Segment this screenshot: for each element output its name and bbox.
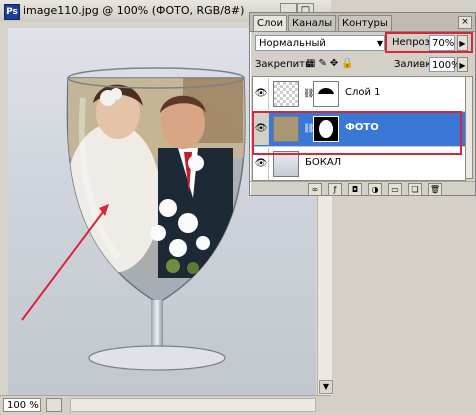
- navigator-icon[interactable]: [46, 398, 62, 412]
- panel-tabs: Слои Каналы Контуры ×: [250, 13, 475, 32]
- opacity-highlight: [385, 32, 473, 53]
- lock-all-icon[interactable]: 🔒: [341, 58, 356, 69]
- link-layers-icon[interactable]: ∞: [308, 183, 322, 196]
- annotation-arrow-line: [21, 207, 107, 321]
- document-title: image110.jpg @ 100% (ФОТО, RGB/8#): [23, 4, 245, 17]
- layer-name: БОКАЛ: [305, 157, 342, 168]
- layer-thumbnail: [273, 81, 299, 107]
- new-layer-icon[interactable]: ❏: [408, 183, 422, 196]
- lock-transparency-icon[interactable]: ▦: [306, 58, 318, 69]
- lock-icons: ▦✎✥🔒: [306, 58, 357, 69]
- folder-icon[interactable]: ▭: [388, 183, 402, 196]
- tab-channels[interactable]: Каналы: [288, 15, 337, 31]
- panel-bottom-toolbar: ∞ ƒ ◘ ◑ ▭ ❏ 🗑: [250, 181, 475, 196]
- lock-fill-row: Закрепить: ▦✎✥🔒 Заливка: 100% ▶: [250, 55, 475, 75]
- scroll-down-icon[interactable]: ▼: [319, 380, 333, 394]
- lock-brush-icon[interactable]: ✎: [318, 58, 329, 69]
- lock-move-icon[interactable]: ✥: [330, 58, 341, 69]
- layer-mask-thumbnail: [313, 81, 339, 107]
- eye-icon[interactable]: 👁: [254, 78, 269, 110]
- trash-icon[interactable]: 🗑: [428, 183, 442, 196]
- layer-list-scrollbar[interactable]: [465, 76, 473, 179]
- chevron-down-icon: ▼: [376, 39, 383, 48]
- tab-layers[interactable]: Слои: [253, 15, 287, 31]
- glass-base: [88, 345, 226, 371]
- close-icon[interactable]: ×: [458, 16, 472, 29]
- layers-panel: Слои Каналы Контуры × Нормальный ▼ Непро…: [249, 12, 476, 196]
- fx-icon[interactable]: ƒ: [328, 183, 342, 196]
- selected-layer-highlight: [252, 111, 462, 155]
- zoom-field[interactable]: 100 %: [3, 398, 41, 412]
- adjustment-icon[interactable]: ◑: [368, 183, 382, 196]
- tab-paths[interactable]: Контуры: [338, 15, 392, 31]
- mask-icon[interactable]: ◘: [348, 183, 362, 196]
- blend-opacity-row: Нормальный ▼ Непрозр.: 70% ▶: [250, 32, 475, 55]
- status-bar: 100 %: [0, 395, 331, 415]
- blend-mode-value: Нормальный: [259, 38, 326, 49]
- blend-mode-select[interactable]: Нормальный ▼: [255, 35, 385, 51]
- horizontal-scrollbar[interactable]: [70, 398, 316, 412]
- fill-arrow-icon[interactable]: ▶: [457, 57, 468, 72]
- layer-name: Слой 1: [345, 87, 381, 98]
- layer-row-sloi1[interactable]: 👁 ⛓ Слой 1: [253, 77, 465, 112]
- photoshop-icon: Ps: [4, 4, 20, 20]
- fill-input[interactable]: 100%: [429, 57, 461, 72]
